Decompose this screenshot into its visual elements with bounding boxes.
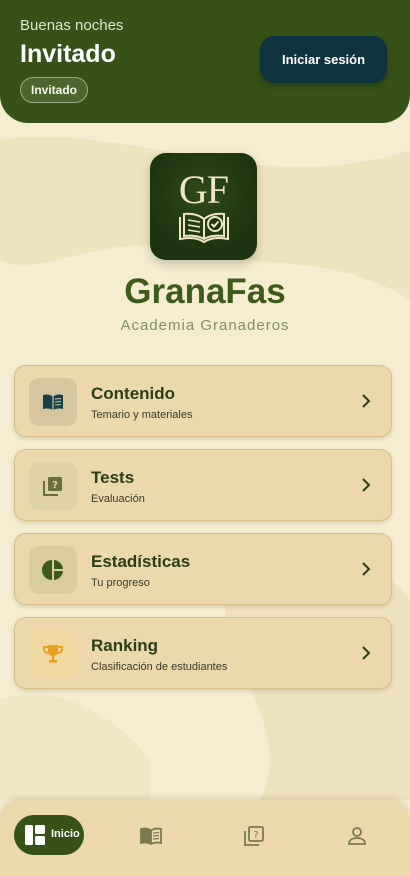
- bottom-navigation: Inicio ?: [0, 800, 410, 876]
- card-subtitle: Temario y materiales: [91, 409, 193, 421]
- card-subtitle: Clasificación de estudiantes: [91, 661, 228, 673]
- chevron-right-icon: [362, 646, 371, 660]
- menu-card-tests[interactable]: ? Tests Evaluación: [14, 449, 392, 521]
- svg-text:?: ?: [253, 830, 258, 841]
- app-name: GranaFas: [124, 272, 286, 311]
- app-header: Buenas noches Invitado Invitado Iniciar …: [0, 0, 410, 123]
- trophy-icon: [29, 630, 77, 678]
- open-book-check-icon: [179, 212, 229, 244]
- book-icon: [29, 378, 77, 426]
- quiz-icon[interactable]: ?: [242, 824, 266, 848]
- book-icon[interactable]: [139, 824, 163, 848]
- app-logo: GF: [150, 153, 257, 260]
- nav-home-label: Inicio: [51, 828, 80, 840]
- chevron-right-icon: [362, 478, 371, 492]
- logo-text: GF: [178, 167, 229, 212]
- home-icon: [25, 825, 45, 845]
- card-subtitle: Tu progreso: [91, 577, 150, 589]
- login-button[interactable]: Iniciar sesión: [260, 36, 387, 83]
- card-title: Ranking: [91, 636, 159, 655]
- nav-home[interactable]: Inicio: [14, 815, 84, 855]
- card-title: Contenido: [91, 384, 176, 403]
- pie-chart-icon: [29, 546, 77, 594]
- card-title: Estadísticas: [91, 552, 191, 571]
- card-subtitle: Evaluación: [91, 493, 145, 505]
- person-icon[interactable]: [345, 824, 369, 848]
- user-status-chip: Invitado: [20, 77, 89, 103]
- menu-card-estadisticas[interactable]: Estadísticas Tu progreso: [14, 533, 392, 605]
- app-subtitle: Academia Granaderos: [120, 317, 290, 334]
- greeting-text: Buenas noches: [20, 17, 124, 34]
- chevron-right-icon: [362, 394, 371, 408]
- chevron-right-icon: [362, 562, 371, 576]
- svg-text:?: ?: [52, 480, 58, 491]
- menu-card-ranking[interactable]: Ranking Clasificación de estudiantes: [14, 617, 392, 689]
- user-name: Invitado: [20, 40, 116, 68]
- background-decoration: [0, 136, 410, 800]
- menu-card-contenido[interactable]: Contenido Temario y materiales: [14, 365, 392, 437]
- quiz-icon: ?: [29, 462, 77, 510]
- card-title: Tests: [91, 468, 135, 487]
